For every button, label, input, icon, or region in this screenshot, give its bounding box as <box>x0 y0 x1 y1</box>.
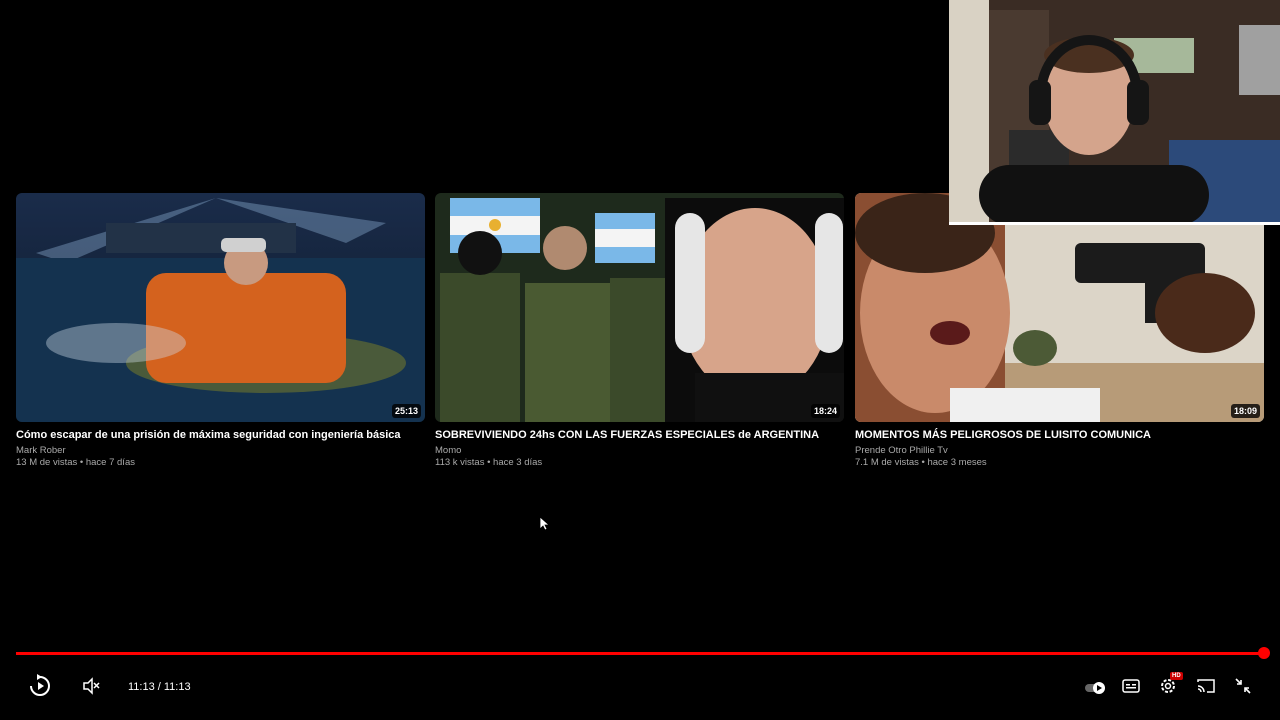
exit-fullscreen-icon <box>1235 677 1251 699</box>
video-card[interactable]: 18:09 MOMENTOS MÁS PELIGROSOS DE LUISITO… <box>855 193 1264 469</box>
cast-icon <box>1197 678 1215 699</box>
duration-badge: 18:09 <box>1230 404 1260 418</box>
progress-bar[interactable] <box>16 652 1264 655</box>
replay-icon <box>28 673 52 703</box>
channel-name[interactable]: Momo <box>435 445 844 457</box>
webcam-overlay <box>949 0 1280 225</box>
video-title[interactable]: Cómo escapar de una prisión de máxima se… <box>16 429 425 442</box>
channel-name[interactable]: Prende Otro Phillie Tv <box>855 445 1264 457</box>
subtitles-button[interactable] <box>1120 675 1142 701</box>
subtitles-icon <box>1122 678 1140 698</box>
video-card[interactable]: 25:13 Cómo escapar de una prisión de máx… <box>16 193 425 469</box>
video-meta: 13 M de vistas • hace 7 días <box>16 457 135 468</box>
duration-badge: 18:24 <box>810 404 840 418</box>
video-thumbnail[interactable]: 18:09 <box>855 193 1264 422</box>
replay-button[interactable] <box>27 673 53 703</box>
duration-badge: 25:13 <box>391 404 421 418</box>
mute-icon <box>81 676 101 701</box>
video-card[interactable]: 18:24 SOBREVIVIENDO 24hs CON LAS FUERZAS… <box>435 193 844 469</box>
video-thumbnail[interactable]: 18:24 <box>435 193 844 422</box>
mouse-cursor-icon <box>539 516 551 536</box>
channel-name[interactable]: Mark Rober <box>16 445 425 457</box>
video-meta: 7.1 M de vistas • hace 3 meses <box>855 457 987 468</box>
video-title[interactable]: SOBREVIVIENDO 24hs CON LAS FUERZAS ESPEC… <box>435 429 844 442</box>
video-thumbnail[interactable]: 25:13 <box>16 193 425 422</box>
mute-button[interactable] <box>80 675 102 701</box>
autoplay-toggle[interactable] <box>1083 675 1107 701</box>
cast-button[interactable] <box>1195 675 1217 701</box>
exit-fullscreen-button[interactable] <box>1232 675 1254 701</box>
scrubber-handle[interactable] <box>1258 647 1270 659</box>
time-display: 11:13 / 11:13 <box>128 681 191 693</box>
video-meta: 113 k vistas • hace 3 días <box>435 457 543 468</box>
hd-badge: HD <box>1170 672 1183 680</box>
video-title[interactable]: MOMENTOS MÁS PELIGROSOS DE LUISITO COMUN… <box>855 429 1264 442</box>
